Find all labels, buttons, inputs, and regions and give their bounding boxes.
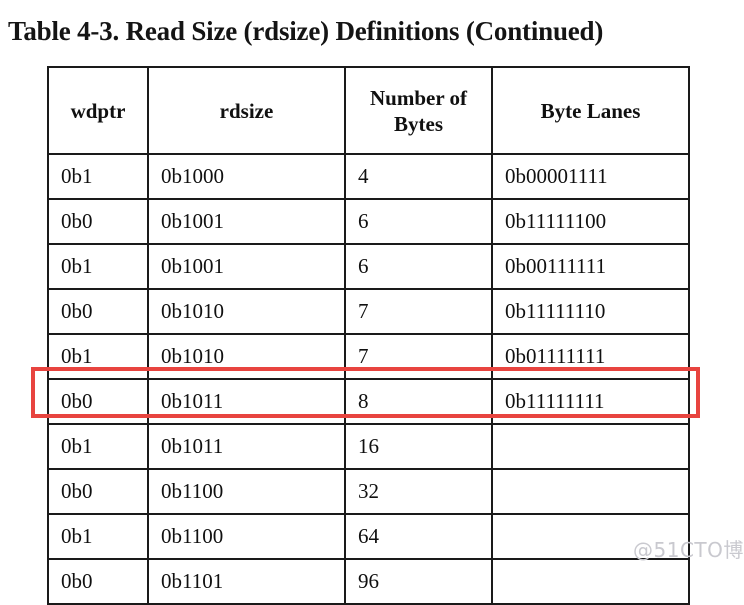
- cell-wdptr: 0b1: [47, 153, 149, 200]
- table-row: 0b1 0b1000 4 0b00001111: [47, 153, 690, 200]
- cell-rdsize: 0b1011: [147, 378, 346, 425]
- cell-rdsize: 0b1011: [147, 423, 346, 470]
- table-row: 0b0 0b1011 8 0b11111111: [47, 378, 690, 425]
- cell-byte_lanes: [491, 423, 690, 470]
- cell-rdsize: 0b1100: [147, 513, 346, 560]
- table-row: 0b1 0b1011 16: [47, 423, 690, 470]
- cell-number_of_bytes: 32: [344, 468, 493, 515]
- column-header-number-of-bytes-line2: Bytes: [394, 111, 443, 136]
- table-row: 0b1 0b1001 6 0b00111111: [47, 243, 690, 290]
- cell-number_of_bytes: 8: [344, 378, 493, 425]
- cell-number_of_bytes: 7: [344, 288, 493, 335]
- rdsize-definitions-table: wdptr rdsize Number of Bytes Byte Lanes …: [47, 66, 690, 605]
- table-header-row: wdptr rdsize Number of Bytes Byte Lanes: [47, 66, 690, 155]
- cell-wdptr: 0b0: [47, 468, 149, 515]
- table-container: wdptr rdsize Number of Bytes Byte Lanes …: [47, 66, 690, 605]
- cell-byte_lanes: 0b11111110: [491, 288, 690, 335]
- column-header-byte-lanes: Byte Lanes: [491, 66, 690, 155]
- cell-byte_lanes: 0b01111111: [491, 333, 690, 380]
- cell-byte_lanes: 0b00001111: [491, 153, 690, 200]
- table-row: 0b0 0b1100 32: [47, 468, 690, 515]
- cell-byte_lanes: [491, 558, 690, 605]
- cell-wdptr: 0b0: [47, 378, 149, 425]
- column-header-number-of-bytes-line1: Number of: [369, 85, 468, 110]
- cell-number_of_bytes: 96: [344, 558, 493, 605]
- page-title: Table 4-3. Read Size (rdsize) Definition…: [8, 16, 604, 46]
- cell-byte_lanes: [491, 513, 690, 560]
- cell-number_of_bytes: 6: [344, 198, 493, 245]
- cell-wdptr: 0b1: [47, 423, 149, 470]
- cell-wdptr: 0b1: [47, 243, 149, 290]
- cell-number_of_bytes: 4: [344, 153, 493, 200]
- cell-rdsize: 0b1001: [147, 243, 346, 290]
- table-row: 0b1 0b1100 64: [47, 513, 690, 560]
- cell-rdsize: 0b1010: [147, 288, 346, 335]
- cell-number_of_bytes: 64: [344, 513, 493, 560]
- cell-wdptr: 0b0: [47, 558, 149, 605]
- table-row: 0b0 0b1001 6 0b11111100: [47, 198, 690, 245]
- cell-byte_lanes: [491, 468, 690, 515]
- cell-number_of_bytes: 7: [344, 333, 493, 380]
- table-row: 0b0 0b1101 96: [47, 558, 690, 605]
- table-row: 0b1 0b1010 7 0b01111111: [47, 333, 690, 380]
- cell-wdptr: 0b0: [47, 288, 149, 335]
- cell-rdsize: 0b1101: [147, 558, 346, 605]
- cell-number_of_bytes: 16: [344, 423, 493, 470]
- cell-rdsize: 0b1000: [147, 153, 346, 200]
- cell-number_of_bytes: 6: [344, 243, 493, 290]
- table-body: 0b1 0b1000 4 0b00001111 0b0 0b1001 6 0b11111100…: [47, 153, 690, 605]
- cell-wdptr: 0b1: [47, 513, 149, 560]
- column-header-wdptr: wdptr: [47, 66, 149, 155]
- cell-byte_lanes: 0b00111111: [491, 243, 690, 290]
- cell-rdsize: 0b1100: [147, 468, 346, 515]
- cell-rdsize: 0b1001: [147, 198, 346, 245]
- column-header-number-of-bytes: Number of Bytes: [344, 66, 493, 155]
- cell-wdptr: 0b1: [47, 333, 149, 380]
- table-row: 0b0 0b1010 7 0b11111110: [47, 288, 690, 335]
- cell-rdsize: 0b1010: [147, 333, 346, 380]
- cell-wdptr: 0b0: [47, 198, 149, 245]
- column-header-rdsize: rdsize: [147, 66, 346, 155]
- cell-byte_lanes: 0b11111100: [491, 198, 690, 245]
- table-header: wdptr rdsize Number of Bytes Byte Lanes: [47, 66, 690, 155]
- cell-byte_lanes: 0b11111111: [491, 378, 690, 425]
